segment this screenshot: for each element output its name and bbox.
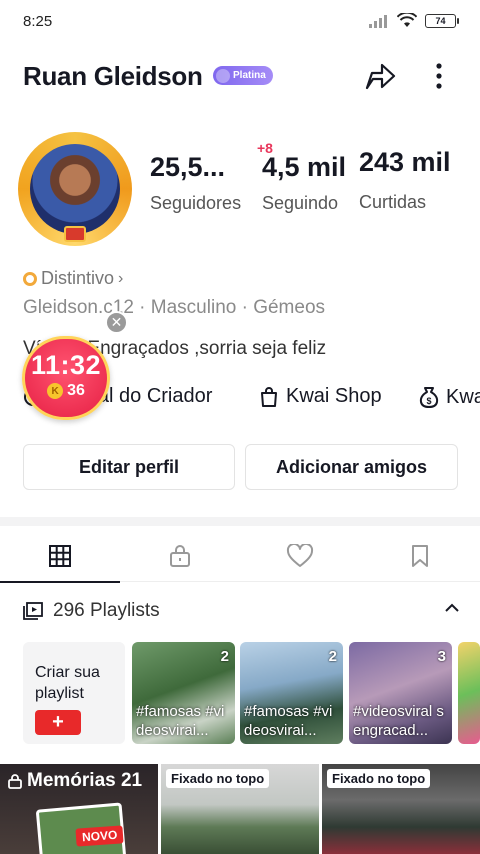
following-count: 4,5 mil — [262, 152, 347, 182]
svg-text:$: $ — [426, 396, 431, 406]
video-thumbnail[interactable]: Fixado no topo — [161, 764, 319, 854]
wifi-icon — [397, 13, 417, 27]
battery-icon: 74 — [425, 13, 459, 28]
followers-label: Seguidores — [150, 193, 242, 213]
stat-following[interactable]: 4,5 mil Seguindo — [262, 152, 346, 214]
platina-badge[interactable]: Platina — [213, 66, 273, 85]
user-name: Ruan Gleidson — [23, 61, 203, 91]
video-thumbnail[interactable]: Fixado no topo — [322, 764, 480, 854]
grid-icon — [49, 545, 71, 567]
tab-private[interactable] — [120, 530, 240, 582]
avatar-image — [30, 144, 120, 234]
memories-title: Memórias 21 — [27, 770, 143, 791]
chevron-up-icon[interactable] — [444, 600, 460, 616]
pinned-label: Fixado no topo — [166, 769, 270, 788]
playlist-video-count: 2 — [328, 648, 337, 665]
distintivo-label: Distintivo — [41, 268, 115, 288]
status-icons: 74 — [369, 13, 459, 28]
playlist-card[interactable]: 3 #videosviral sengracad... — [349, 642, 452, 744]
playlist-title: #famosas #videosvirai... — [244, 703, 333, 739]
close-icon: ✕ — [110, 314, 123, 330]
heart-icon — [286, 544, 314, 567]
likes-count: 243 mil — [359, 147, 451, 177]
followers-count: 25,5... — [150, 152, 226, 182]
close-timer-button[interactable]: ✕ — [105, 311, 128, 334]
gem-icon — [64, 226, 86, 242]
playlist-card[interactable]: 2 #famosas #videosvirai... — [240, 642, 343, 744]
plus-icon: + — [35, 710, 81, 735]
tab-saved[interactable] — [360, 530, 480, 582]
signal-icon — [369, 14, 387, 28]
create-playlist-card[interactable]: Criar sua playlist + — [23, 642, 125, 744]
platina-icon — [216, 68, 230, 83]
playlist-video-count: 3 — [437, 648, 446, 665]
playlist-title: #famosas #videosvirai... — [136, 703, 225, 739]
timer-time: 11:32 — [30, 350, 102, 380]
playlist-icon — [23, 602, 43, 620]
playlist-title: #videosviral sengracad... — [353, 703, 444, 739]
avatar[interactable] — [18, 132, 132, 246]
kwai-label: Kwai — [446, 385, 480, 408]
playlist-video-count: 2 — [220, 648, 229, 665]
edit-profile-button[interactable]: Editar perfil — [23, 444, 235, 490]
coin-icon: K — [47, 383, 64, 399]
add-friends-button[interactable]: Adicionar amigos — [245, 444, 458, 490]
section-divider — [0, 517, 480, 526]
playlists-header[interactable]: 296 Playlists — [23, 598, 460, 624]
badge-icon — [23, 271, 37, 286]
coin-count: 36 — [67, 382, 85, 399]
bookmark-icon — [412, 545, 428, 567]
money-bag-icon: $ — [419, 387, 439, 408]
kwai-link[interactable]: $ Kwai — [418, 385, 480, 409]
tab-liked[interactable] — [240, 530, 360, 582]
shopping-bag-icon — [261, 386, 277, 407]
chevron-right-icon: › — [118, 269, 124, 287]
following-label: Seguindo — [262, 193, 339, 213]
profile-info: Gleidson.c12 · Masculino · Gémeos — [23, 297, 326, 318]
pinned-label: Fixado no topo — [327, 769, 431, 788]
status-time: 8:25 — [23, 13, 53, 30]
active-tab-indicator — [0, 581, 120, 583]
memories-item[interactable]: Memórias 21 NOVO — [0, 764, 158, 854]
memories-label: Memórias 21 — [8, 770, 142, 792]
playlist-card[interactable]: 2 #famosas #videosvirai... — [132, 642, 235, 744]
kwai-shop-link[interactable]: Kwai Shop — [258, 385, 382, 408]
share-icon — [365, 63, 396, 90]
lock-icon — [170, 545, 190, 567]
share-button[interactable] — [362, 58, 398, 94]
stat-likes[interactable]: 243 mil Curtidas — [359, 147, 451, 213]
timer-widget[interactable]: 11:32 K 36 — [22, 336, 110, 420]
lock-icon — [8, 774, 22, 789]
likes-label: Curtidas — [359, 192, 427, 212]
new-badge: NOVO — [75, 825, 124, 847]
profile-header: Ruan Gleidson Platina — [0, 56, 480, 96]
platina-label: Platina — [233, 70, 266, 81]
kwai-shop-label: Kwai Shop — [286, 385, 382, 407]
playlist-card-partial[interactable] — [458, 642, 480, 744]
status-bar: 8:25 74 — [0, 0, 480, 44]
more-vertical-icon — [436, 63, 442, 89]
distintivo-link[interactable]: Distintivo › — [23, 268, 123, 289]
content-tabs — [0, 530, 480, 583]
playlists-count: 296 Playlists — [53, 600, 160, 621]
stat-followers[interactable]: 25,5... Seguidores — [150, 152, 241, 214]
timer-coins: K 36 — [25, 382, 107, 400]
create-playlist-label: Criar sua playlist — [35, 664, 100, 702]
more-options-button[interactable] — [424, 58, 454, 94]
tab-posts[interactable] — [0, 530, 120, 583]
